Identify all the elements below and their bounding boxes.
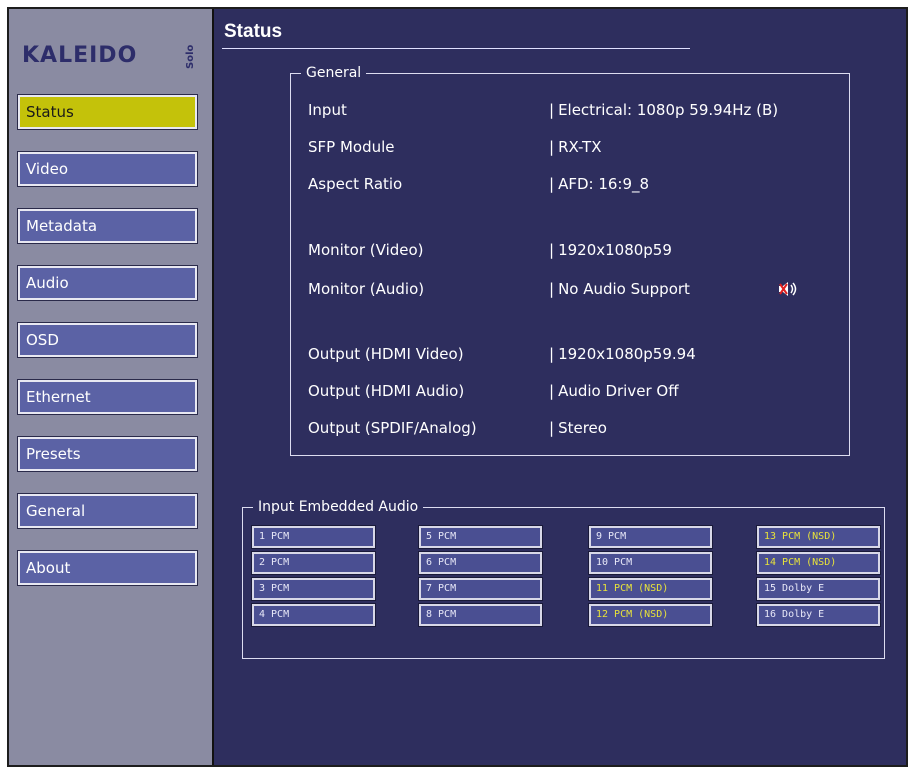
- audio-channel-8: 8 PCM: [418, 603, 543, 627]
- monitor-video-label: Monitor (Video): [308, 241, 424, 259]
- general-group: General Input Electrical: 1080p 59.94Hz …: [290, 64, 850, 456]
- nav-osd-button[interactable]: OSD: [17, 322, 198, 358]
- output-spdif-analog-label: Output (SPDIF/Analog): [308, 419, 477, 437]
- monitor-audio-label: Monitor (Audio): [308, 280, 425, 298]
- audio-channel-5: 5 PCM: [418, 525, 543, 549]
- title-divider: [222, 48, 690, 49]
- sfp-module-label: SFP Module: [308, 138, 395, 156]
- audio-channel-10: 10 PCM: [588, 551, 713, 575]
- aspect-ratio-value: AFD: 16:9_8: [549, 174, 649, 194]
- output-hdmi-audio-value: Audio Driver Off: [549, 381, 678, 401]
- sidebar: KALEIDO Solo Status Video Metadata Audio…: [9, 9, 214, 765]
- nav-about-button[interactable]: About: [17, 550, 198, 586]
- nav-video-button[interactable]: Video: [17, 151, 198, 187]
- audio-channel-11: 11 PCM (NSD): [588, 577, 713, 601]
- audio-channel-2: 2 PCM: [251, 551, 376, 575]
- output-hdmi-video-label: Output (HDMI Video): [308, 345, 464, 363]
- audio-channel-15: 15 Dolby E: [756, 577, 881, 601]
- embedded-audio-group: Input Embedded Audio 1 PCM 2 PCM 3 PCM 4…: [242, 498, 885, 659]
- sfp-module-value: RX-TX: [549, 137, 601, 157]
- audio-channel-16: 16 Dolby E: [756, 603, 881, 627]
- output-hdmi-video-value: 1920x1080p59.94: [549, 344, 696, 364]
- nav-metadata-button[interactable]: Metadata: [17, 208, 198, 244]
- audio-channel-3: 3 PCM: [251, 577, 376, 601]
- input-label: Input: [308, 101, 347, 119]
- output-hdmi-audio-label: Output (HDMI Audio): [308, 382, 465, 400]
- monitor-audio-value: No Audio Support: [549, 279, 690, 299]
- output-spdif-analog-value: Stereo: [549, 418, 607, 438]
- monitor-video-value: 1920x1080p59: [549, 240, 672, 260]
- audio-channel-13: 13 PCM (NSD): [756, 525, 881, 549]
- general-legend: General: [301, 64, 367, 82]
- audio-channel-12: 12 PCM (NSD): [588, 603, 713, 627]
- nav-presets-button[interactable]: Presets: [17, 436, 198, 472]
- main-panel: Status General Input Electrical: 1080p 5…: [214, 9, 906, 765]
- nav-audio-button[interactable]: Audio: [17, 265, 198, 301]
- audio-channel-9: 9 PCM: [588, 525, 713, 549]
- aspect-ratio-label: Aspect Ratio: [308, 175, 403, 193]
- input-value: Electrical: 1080p 59.94Hz (B): [549, 100, 778, 120]
- audio-channel-7: 7 PCM: [418, 577, 543, 601]
- audio-channel-1: 1 PCM: [251, 525, 376, 549]
- audio-channel-6: 6 PCM: [418, 551, 543, 575]
- speaker-muted-icon[interactable]: [777, 280, 799, 298]
- logo-text: KALEIDO: [22, 43, 138, 68]
- page-title: Status: [224, 21, 283, 42]
- audio-channel-4: 4 PCM: [251, 603, 376, 627]
- logo-subtext: Solo: [185, 44, 196, 70]
- nav-status-button[interactable]: Status: [17, 94, 198, 130]
- audio-channel-14: 14 PCM (NSD): [756, 551, 881, 575]
- nav-ethernet-button[interactable]: Ethernet: [17, 379, 198, 415]
- embedded-audio-legend: Input Embedded Audio: [253, 498, 424, 516]
- nav-general-button[interactable]: General: [17, 493, 198, 529]
